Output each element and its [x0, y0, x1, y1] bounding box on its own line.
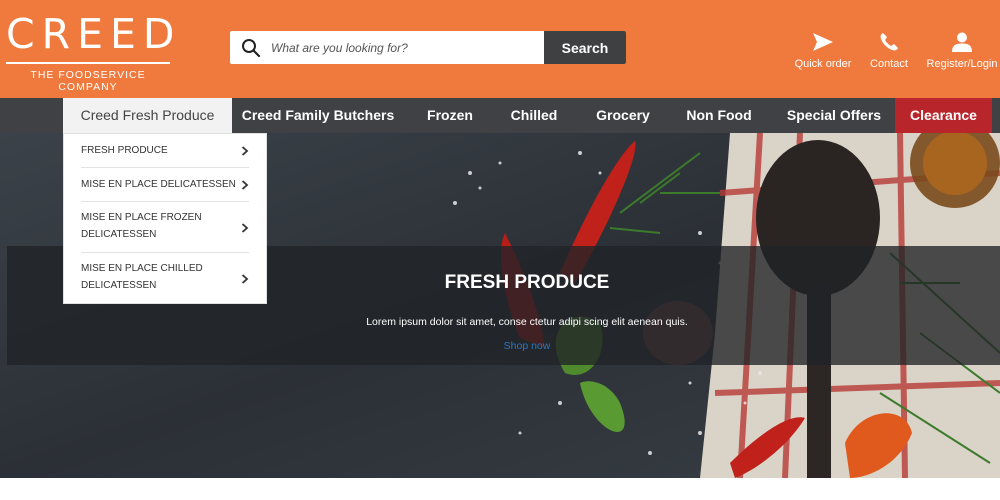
nav-item-non-food[interactable]: Non Food — [679, 98, 759, 133]
dropdown-item-label: MISE EN PLACE FROZEN — [81, 212, 202, 223]
nav-item-fresh-produce[interactable]: Creed Fresh Produce — [63, 98, 232, 133]
dropdown-divider — [81, 252, 249, 253]
logo-wordmark: CREED — [6, 10, 182, 58]
main-nav: Creed Fresh Produce Creed Family Butcher… — [0, 98, 1000, 133]
user-icon — [952, 32, 972, 52]
nav-item-family-butchers[interactable]: Creed Family Butchers — [238, 98, 398, 133]
register-login-label: Register/Login — [926, 58, 998, 70]
contact-link[interactable]: Contact — [866, 32, 912, 70]
nav-item-grocery[interactable]: Grocery — [585, 98, 661, 133]
search-input[interactable] — [271, 31, 543, 64]
chevron-right-icon — [241, 223, 249, 233]
page-bottom-strip — [0, 478, 1000, 500]
site-header: CREED THE FOODSERVICE COMPANY Search Qui… — [0, 0, 1000, 100]
dropdown-divider — [81, 201, 249, 202]
chevron-right-icon — [241, 274, 249, 284]
creed-logo[interactable]: CREED THE FOODSERVICE COMPANY — [6, 12, 176, 100]
dropdown-item-label: MISE EN PLACE CHILLED — [81, 263, 203, 274]
dropdown-item-label: FRESH PRODUCE — [81, 145, 168, 156]
chevron-right-icon — [241, 180, 249, 190]
register-login-link[interactable]: Register/Login — [924, 32, 1000, 70]
shop-now-link[interactable]: Shop now — [7, 340, 1000, 352]
logo-tagline: THE FOODSERVICE COMPANY — [30, 69, 146, 93]
hero-description: Lorem ipsum dolor sit amet, conse ctetur… — [366, 316, 688, 328]
logo-divider — [6, 62, 170, 64]
search-bar: Search — [230, 31, 626, 64]
nav-item-frozen[interactable]: Frozen — [415, 98, 485, 133]
dropdown-item-label: MISE EN PLACE DELICATESSEN — [81, 179, 236, 190]
dropdown-item-label-line2: DELICATESSEN — [81, 280, 157, 291]
dropdown-item-mise-frozen[interactable]: MISE EN PLACE FROZEN DELICATESSEN — [81, 209, 249, 243]
phone-icon — [880, 33, 898, 51]
paper-plane-icon — [813, 33, 833, 51]
nav-item-chilled[interactable]: Chilled — [500, 98, 568, 133]
contact-label: Contact — [870, 58, 908, 70]
dropdown-item-mise-delicatessen[interactable]: MISE EN PLACE DELICATESSEN — [81, 176, 249, 193]
dropdown-item-mise-chilled[interactable]: MISE EN PLACE CHILLED DELICATESSEN — [81, 260, 249, 294]
dropdown-item-fresh-produce[interactable]: FRESH PRODUCE — [81, 142, 249, 159]
quick-order-link[interactable]: Quick order — [790, 32, 856, 70]
search-button[interactable]: Search — [544, 31, 626, 64]
chevron-right-icon — [241, 146, 249, 156]
dropdown-divider — [81, 167, 249, 168]
fresh-produce-dropdown: FRESH PRODUCE MISE EN PLACE DELICATESSEN… — [63, 133, 267, 304]
nav-item-clearance[interactable]: Clearance — [895, 98, 992, 133]
dropdown-item-label-line2: DELICATESSEN — [81, 229, 157, 240]
nav-item-special-offers[interactable]: Special Offers — [778, 98, 890, 133]
quick-order-label: Quick order — [794, 58, 852, 70]
search-icon — [242, 39, 261, 58]
